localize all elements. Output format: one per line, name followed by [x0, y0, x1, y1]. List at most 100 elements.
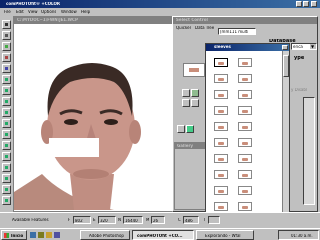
menu-options[interactable]: Options	[41, 10, 56, 14]
feature-thumbnail[interactable]	[214, 154, 228, 163]
feature-thumbnail[interactable]	[238, 106, 252, 115]
feature-thumbnail[interactable]	[214, 138, 228, 147]
app-minimize-button[interactable]	[296, 1, 302, 7]
menu-help[interactable]: Help	[81, 10, 90, 14]
tool-paint[interactable]	[2, 86, 11, 95]
taskbar-item-comphotofit[interactable]: comPHOTOfit +CO...	[132, 230, 194, 240]
tool-feature-a[interactable]	[177, 125, 185, 133]
tool-smudge[interactable]	[2, 108, 11, 117]
menu-edit[interactable]: Edit	[16, 10, 24, 14]
feature-thumbnail[interactable]	[214, 58, 228, 67]
popup-scroll-thumb[interactable]	[283, 55, 289, 77]
status-e-value: 320	[100, 219, 108, 223]
status-m-field: 26	[151, 216, 165, 224]
popup-scrollbar[interactable]	[282, 51, 289, 214]
feature-thumbnail[interactable]	[214, 122, 228, 131]
tool-erase[interactable]	[2, 97, 11, 106]
app-maximize-button[interactable]	[303, 1, 309, 7]
tool-rotate[interactable]	[2, 42, 11, 51]
database-value: erica	[293, 45, 303, 49]
next-feature-button[interactable]	[191, 89, 199, 97]
tool-crop[interactable]	[2, 163, 11, 172]
tool-flip[interactable]	[2, 64, 11, 73]
status-c-field: 486	[183, 216, 199, 224]
tool-move[interactable]	[2, 31, 11, 40]
feature-thumbnail[interactable]	[238, 154, 252, 163]
start-button[interactable]: Inicio	[1, 230, 27, 240]
status-n-value: 16440	[125, 219, 138, 223]
tool-fill[interactable]	[2, 185, 11, 194]
menu-file[interactable]: File	[4, 10, 11, 14]
tool-color[interactable]	[2, 119, 11, 128]
taskbar: Inicio Adobe Photoshop comPHOTOfit +CO..…	[0, 228, 320, 240]
status-f-value: 802	[75, 219, 83, 223]
popup-close-button[interactable]	[282, 45, 288, 50]
select-control-scrollbar[interactable]	[303, 97, 315, 205]
feature-thumbnail[interactable]	[238, 186, 252, 195]
feature-thumbnail[interactable]	[214, 90, 228, 99]
status-bar: Available Features F 802 E 320 N 16440 M…	[0, 212, 320, 228]
system-tray: 01:30 a.m.	[278, 230, 319, 240]
status-f-field: 802	[73, 216, 91, 224]
quick-launch-desktop-icon[interactable]	[38, 232, 44, 238]
feature-thumbnail[interactable]	[238, 202, 252, 211]
feature-thumbnail[interactable]	[214, 202, 228, 211]
feature-thumbnail[interactable]	[238, 58, 252, 67]
tool-text[interactable]	[2, 152, 11, 161]
menu-quicker[interactable]: Quicker	[176, 26, 191, 30]
status-t-field	[208, 216, 220, 224]
quick-launch-channels-icon[interactable]	[54, 232, 60, 238]
app-close-button[interactable]	[311, 1, 317, 7]
tool-select[interactable]	[2, 20, 11, 29]
quick-launch-ie-icon[interactable]	[30, 232, 36, 238]
feature-thumbnail[interactable]	[238, 122, 252, 131]
feature-thumbnail[interactable]	[214, 186, 228, 195]
tool-feature-b[interactable]	[186, 125, 194, 133]
selection-list-popup: sleeves [mm111 multi	[205, 28, 290, 215]
apply-feature-button[interactable]	[182, 99, 190, 107]
taskbar-item-photoshop[interactable]: Adobe Photoshop	[80, 230, 130, 240]
feature-thumbnail[interactable]	[238, 138, 252, 147]
feature-thumbnail[interactable]	[238, 90, 252, 99]
reset-feature-button[interactable]	[191, 99, 199, 107]
feature-thumbnail[interactable]	[238, 170, 252, 179]
status-c-value: 486	[185, 219, 193, 223]
windows-logo-icon	[4, 233, 9, 238]
tool-scale[interactable]	[2, 53, 11, 62]
status-f-label: F	[68, 218, 71, 222]
popup-title: sleeves	[214, 45, 231, 49]
taskbar-item-explorer[interactable]: Explorando - Wfal	[196, 230, 254, 240]
feature-thumbnail[interactable]	[214, 106, 228, 115]
status-n-label: N	[118, 218, 121, 222]
tool-zoom[interactable]	[2, 130, 11, 139]
selection-value: [mm111 multi	[220, 30, 249, 34]
menu-view[interactable]: View	[28, 10, 38, 14]
tool-undo[interactable]	[2, 196, 11, 205]
selection-field[interactable]: [mm111 multi	[218, 28, 256, 35]
menu-window[interactable]: Window	[61, 10, 77, 14]
type-label: ype	[294, 56, 305, 61]
select-control-title: Select Control	[176, 18, 208, 22]
menu-data-tree[interactable]: Data Tree	[195, 26, 214, 30]
feature-thumbnail[interactable]	[214, 170, 228, 179]
status-text: Available Features	[12, 218, 49, 222]
feature-thumbnail[interactable]	[214, 74, 228, 83]
status-c-label: C	[178, 218, 181, 222]
prev-feature-button[interactable]	[182, 89, 190, 97]
clock[interactable]: 01:30 a.m.	[291, 234, 313, 238]
select-control-title-bar: Select Control	[173, 17, 317, 24]
tool-hand[interactable]	[2, 141, 11, 150]
app-menu-bar: File Edit View Options Window Help	[0, 8, 320, 16]
status-t-label: T	[203, 218, 206, 222]
feature-thumbnail[interactable]	[238, 74, 252, 83]
app-title: comPHOTOfit® +COLOR	[6, 2, 60, 6]
feature-preview[interactable]	[183, 63, 205, 77]
tool-pick[interactable]	[2, 174, 11, 183]
quick-launch-outlook-icon[interactable]	[46, 232, 52, 238]
taskbar-item-label: Explorando - Wfal	[205, 234, 241, 238]
chevron-down-icon: ▼	[311, 44, 315, 49]
taskbar-item-label: comPHOTOfit +CO...	[137, 234, 183, 238]
status-e-label: E	[93, 218, 96, 222]
tool-blend[interactable]	[2, 75, 11, 84]
database-dropdown-button[interactable]: ▼	[310, 44, 316, 49]
